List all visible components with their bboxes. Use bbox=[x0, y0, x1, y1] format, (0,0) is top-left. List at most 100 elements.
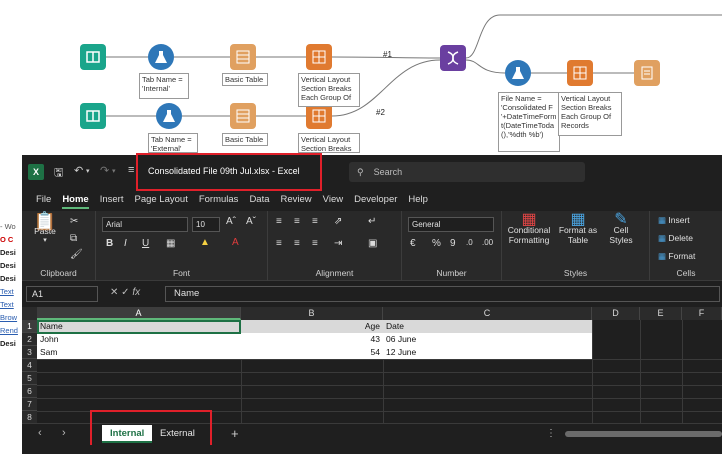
undo-icon[interactable]: ↶ bbox=[74, 164, 83, 177]
column-header-d[interactable]: D bbox=[592, 307, 640, 320]
row-header-5[interactable]: 5 bbox=[22, 372, 37, 385]
cut-icon[interactable]: ✂ bbox=[70, 216, 78, 227]
format-cells-button[interactable]: ▦ Format bbox=[658, 251, 695, 261]
tab-insert[interactable]: Insert bbox=[100, 194, 124, 205]
font-size-select[interactable]: 10 bbox=[192, 217, 220, 232]
merge-center-icon[interactable]: ▣ bbox=[368, 238, 377, 249]
cell-c3[interactable]: 12 June bbox=[383, 346, 592, 359]
layout-tool-1[interactable] bbox=[306, 44, 332, 70]
render-tool[interactable] bbox=[634, 60, 660, 86]
insert-cells-button[interactable]: ▦ Insert bbox=[658, 215, 690, 225]
search-box[interactable]: ⚲ Search bbox=[349, 162, 585, 182]
column-header-b[interactable]: B bbox=[241, 307, 383, 320]
cell-c1[interactable]: Date bbox=[383, 320, 592, 333]
formula-tool-2[interactable] bbox=[156, 103, 182, 129]
cell-styles-button[interactable]: ✎ Cell Styles bbox=[602, 212, 640, 246]
decrease-decimal-icon[interactable]: .00 bbox=[482, 238, 493, 247]
comma-style-icon[interactable]: 9 bbox=[450, 238, 456, 249]
align-center-icon[interactable]: ≡ bbox=[294, 238, 300, 249]
font-name-select[interactable]: Arial bbox=[102, 217, 188, 232]
select-all-corner[interactable] bbox=[22, 307, 37, 320]
row-header-7[interactable]: 7 bbox=[22, 398, 37, 411]
name-box[interactable]: A1 bbox=[26, 286, 98, 302]
fill-color-icon[interactable]: ▲ bbox=[200, 237, 210, 248]
bg-row-7[interactable]: Brow bbox=[0, 311, 22, 324]
chevron-right-icon[interactable]: › bbox=[62, 427, 66, 439]
copy-icon[interactable]: ⧉ bbox=[70, 233, 77, 244]
underline-icon[interactable]: U bbox=[142, 238, 149, 249]
save-icon[interactable]: 🖫 bbox=[54, 164, 63, 183]
customize-toolbar-icon[interactable]: ≡ bbox=[128, 164, 134, 176]
spreadsheet-grid[interactable]: A B C D E F 1 2 3 4 5 6 7 8 Name Age Dat… bbox=[22, 307, 722, 423]
column-header-f[interactable]: F bbox=[682, 307, 722, 320]
column-header-a[interactable]: A bbox=[37, 307, 241, 320]
layout-tool-3[interactable] bbox=[567, 60, 593, 86]
accounting-format-icon[interactable]: € bbox=[410, 238, 416, 249]
paste-button[interactable]: 📋 Paste ▾ bbox=[28, 212, 62, 246]
basic-table-tool-1[interactable] bbox=[230, 44, 256, 70]
undo-dropdown-icon[interactable]: ▾ bbox=[86, 167, 90, 175]
number-format-select[interactable]: General bbox=[408, 217, 494, 232]
tab-help[interactable]: Help bbox=[408, 194, 428, 205]
row-header-1[interactable]: 1 bbox=[22, 320, 37, 333]
row-header-6[interactable]: 6 bbox=[22, 385, 37, 398]
bg-row-6[interactable]: Text bbox=[0, 298, 22, 311]
row-header-8[interactable]: 8 bbox=[22, 411, 37, 423]
italic-icon[interactable]: I bbox=[124, 238, 127, 249]
cell-a3[interactable]: Sam bbox=[37, 346, 241, 359]
bg-row-5[interactable]: Text bbox=[0, 285, 22, 298]
more-options-icon[interactable]: ⋮ bbox=[546, 428, 556, 439]
cell-a2[interactable]: John bbox=[37, 333, 241, 346]
tab-review[interactable]: Review bbox=[281, 194, 312, 205]
tab-developer[interactable]: Developer bbox=[354, 194, 397, 205]
tab-page-layout[interactable]: Page Layout bbox=[134, 194, 187, 205]
borders-icon[interactable]: ▦ bbox=[166, 238, 175, 249]
delete-cells-button[interactable]: ▦ Delete bbox=[658, 233, 693, 243]
percent-icon[interactable]: % bbox=[432, 238, 441, 249]
align-left-icon[interactable]: ≡ bbox=[276, 238, 282, 249]
cell-b3[interactable]: 54 bbox=[241, 346, 383, 359]
cancel-enter-fx-icons[interactable]: ✕ ✓ fx bbox=[110, 287, 140, 298]
tab-formulas[interactable]: Formulas bbox=[199, 194, 239, 205]
increase-decimal-icon[interactable]: .0 bbox=[466, 238, 473, 247]
align-bottom-icon[interactable]: ≡ bbox=[312, 216, 318, 227]
input-data-tool-1[interactable] bbox=[80, 44, 106, 70]
redo-icon[interactable]: ↷ bbox=[100, 164, 109, 177]
cell-c2[interactable]: 06 June bbox=[383, 333, 592, 346]
font-color-icon[interactable]: A bbox=[232, 237, 239, 248]
tab-home[interactable]: Home bbox=[62, 194, 90, 209]
column-header-c[interactable]: C bbox=[383, 307, 592, 320]
add-sheet-icon[interactable]: + bbox=[231, 426, 239, 441]
bold-icon[interactable]: B bbox=[106, 238, 113, 249]
decrease-font-icon[interactable]: Aˇ bbox=[246, 216, 256, 227]
tab-file[interactable]: File bbox=[36, 194, 51, 205]
indent-icon[interactable]: ⇥ bbox=[334, 238, 342, 249]
tab-data[interactable]: Data bbox=[249, 194, 269, 205]
conditional-formatting-button[interactable]: ▦ Conditional Formatting bbox=[504, 212, 554, 246]
align-right-icon[interactable]: ≡ bbox=[312, 238, 318, 249]
chevron-left-icon[interactable]: ‹ bbox=[38, 427, 42, 439]
tab-view[interactable]: View bbox=[323, 194, 343, 205]
format-as-table-button[interactable]: ▦ Format as Table bbox=[558, 212, 598, 246]
horizontal-scrollbar[interactable] bbox=[565, 431, 722, 437]
orientation-icon[interactable]: ⇗ bbox=[334, 216, 342, 227]
union-tool[interactable] bbox=[440, 45, 466, 71]
format-painter-icon[interactable]: 🖌 bbox=[70, 249, 83, 260]
formula-tool-3[interactable] bbox=[505, 60, 531, 86]
formula-input[interactable]: Name bbox=[165, 286, 720, 302]
column-header-e[interactable]: E bbox=[640, 307, 682, 320]
cell-b1[interactable]: Age bbox=[241, 320, 383, 333]
redo-dropdown-icon[interactable]: ▾ bbox=[112, 167, 116, 175]
align-middle-icon[interactable]: ≡ bbox=[294, 216, 300, 227]
basic-table-tool-2[interactable] bbox=[230, 103, 256, 129]
row-header-2[interactable]: 2 bbox=[22, 333, 37, 346]
wrap-text-icon[interactable]: ↵ bbox=[368, 216, 376, 227]
formula-tool-1[interactable] bbox=[148, 44, 174, 70]
align-top-icon[interactable]: ≡ bbox=[276, 216, 282, 227]
increase-font-icon[interactable]: Aˆ bbox=[226, 216, 236, 227]
input-data-tool-2[interactable] bbox=[80, 103, 106, 129]
cell-b2[interactable]: 43 bbox=[241, 333, 383, 346]
bg-row-8[interactable]: Rend bbox=[0, 324, 22, 337]
row-header-3[interactable]: 3 bbox=[22, 346, 37, 359]
row-header-4[interactable]: 4 bbox=[22, 359, 37, 372]
